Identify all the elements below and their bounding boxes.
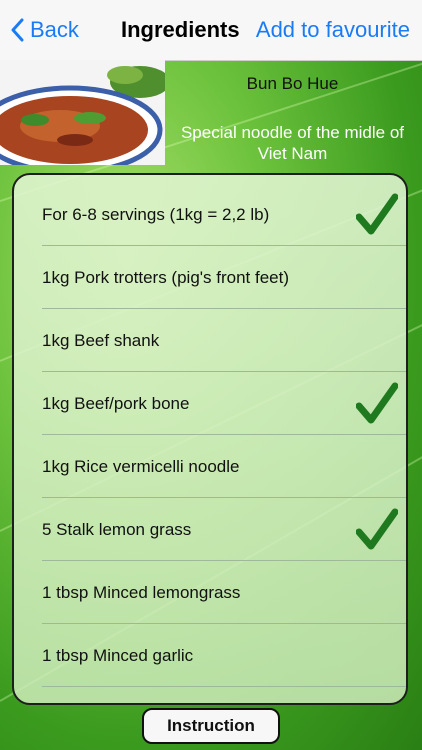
ingredient-label: 1 tbsp Minced garlic <box>42 646 194 665</box>
ingredient-row[interactable]: 1kg Beef/pork bone <box>14 372 406 435</box>
add-to-favourite-button[interactable]: Add to favourite <box>256 17 410 43</box>
back-label: Back <box>30 17 79 42</box>
checkmark-icon <box>356 508 398 550</box>
row-divider <box>42 686 406 687</box>
navigation-bar: Back Ingredients Add to favourite <box>0 0 422 61</box>
ingredient-label: 1kg Beef/pork bone <box>42 394 190 413</box>
ingredient-row[interactable]: 5 Stalk lemon grass <box>14 498 406 561</box>
chevron-left-icon <box>11 18 24 42</box>
ingredient-row[interactable]: 1kg Beef shank <box>14 309 406 372</box>
page-title: Ingredients <box>121 17 240 42</box>
ingredient-label: For 6-8 servings (1kg = 2,2 lb) <box>42 205 270 224</box>
ingredient-row[interactable]: 1kg Rice vermicelli noodle <box>14 435 406 498</box>
ingredient-label: 1kg Pork trotters (pig's front feet) <box>42 268 290 287</box>
ingredient-row[interactable]: 1 tbsp Minced garlic <box>14 624 406 687</box>
ingredient-row[interactable]: 1 tbsp Minced lemongrass <box>14 561 406 624</box>
back-button[interactable]: Back <box>10 14 79 46</box>
recipe-name: Bun Bo Hue <box>246 74 339 93</box>
ingredient-label: 5 Stalk lemon grass <box>42 520 192 539</box>
ingredient-label: 1kg Beef shank <box>42 331 160 350</box>
checkmark-icon <box>356 382 398 424</box>
noodle-bowl-image <box>0 60 165 165</box>
ingredients-list: For 6-8 servings (1kg = 2,2 lb) 1kg Pork… <box>12 173 408 705</box>
ingredient-label: 1kg Rice vermicelli noodle <box>42 457 240 476</box>
ingredient-row[interactable]: For 6-8 servings (1kg = 2,2 lb) <box>14 183 406 246</box>
recipe-photo <box>0 60 165 165</box>
checkmark-icon <box>356 193 398 235</box>
ingredient-row[interactable]: 1kg Pork trotters (pig's front feet) <box>14 246 406 309</box>
instruction-button[interactable]: Instruction <box>142 708 280 744</box>
ingredient-label: 1 tbsp Minced lemongrass <box>42 583 241 602</box>
recipe-description: Special noodle of the midle of Viet Nam <box>180 123 405 160</box>
